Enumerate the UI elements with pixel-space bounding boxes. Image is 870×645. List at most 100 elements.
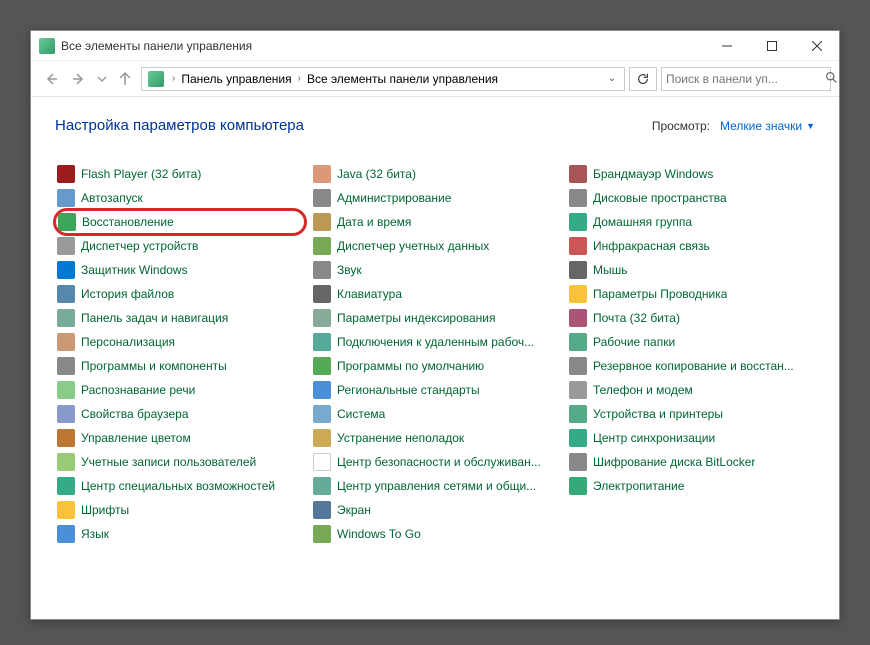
cp-item-label: Восстановление — [82, 215, 174, 229]
cp-item[interactable]: Панель задач и навигация — [55, 306, 303, 330]
home-icon — [569, 213, 587, 231]
cp-item[interactable]: Электропитание — [567, 474, 815, 498]
fw-icon — [569, 165, 587, 183]
address-dropdown[interactable]: ⌄ — [602, 73, 622, 84]
cp-item-label: Диспетчер устройств — [81, 239, 198, 253]
cp-item[interactable]: Центр специальных возможностей — [55, 474, 303, 498]
cp-item-label: Центр безопасности и обслуживан... — [337, 455, 541, 469]
app-icon — [39, 38, 55, 54]
back-button[interactable] — [39, 67, 63, 91]
cp-item[interactable]: Язык — [55, 522, 303, 546]
cp-item[interactable]: Мышь — [567, 258, 815, 282]
cp-item[interactable]: Java (32 бита) — [311, 162, 559, 186]
cp-item[interactable]: Экран — [311, 498, 559, 522]
history-dropdown[interactable] — [95, 67, 109, 91]
cp-item[interactable]: Автозапуск — [55, 186, 303, 210]
cp-item[interactable]: Программы и компоненты — [55, 354, 303, 378]
cp-item[interactable]: Персонализация — [55, 330, 303, 354]
cp-item[interactable]: Центр безопасности и обслуживан... — [311, 450, 559, 474]
cp-item[interactable]: Распознавание речи — [55, 378, 303, 402]
cp-item[interactable]: Windows To Go — [311, 522, 559, 546]
view-control: Просмотр: Мелкие значки ▼ — [652, 119, 815, 133]
index-icon — [313, 309, 331, 327]
items-grid: Flash Player (32 бита) Автозапуск Восстано… — [55, 162, 815, 546]
chevron-down-icon — [97, 74, 107, 84]
taskbar-icon — [57, 309, 75, 327]
cp-item-label: Параметры индексирования — [337, 311, 495, 325]
cp-item[interactable]: Программы по умолчанию — [311, 354, 559, 378]
maximize-button[interactable] — [749, 31, 794, 61]
cp-item[interactable]: Дисковые пространства — [567, 186, 815, 210]
tel-icon — [569, 381, 587, 399]
cp-item[interactable]: Учетные записи пользователей — [55, 450, 303, 474]
refresh-icon — [636, 72, 650, 86]
cp-item[interactable]: Центр управления сетями и общи... — [311, 474, 559, 498]
cp-item[interactable]: Администрирование — [311, 186, 559, 210]
up-button[interactable] — [113, 67, 137, 91]
refresh-button[interactable] — [629, 67, 657, 91]
cp-item[interactable]: Параметры Проводника — [567, 282, 815, 306]
cp-item[interactable]: Шрифты — [55, 498, 303, 522]
cp-item-label: Flash Player (32 бита) — [81, 167, 201, 181]
browser-icon — [57, 405, 75, 423]
history-icon — [57, 285, 75, 303]
cp-item[interactable]: Диспетчер устройств — [55, 234, 303, 258]
cp-item[interactable]: Центр синхронизации — [567, 426, 815, 450]
access-icon — [57, 477, 75, 495]
bitlocker-icon — [569, 453, 587, 471]
trouble-icon — [313, 429, 331, 447]
cp-item-label: Шрифты — [81, 503, 129, 517]
cp-item[interactable]: Устранение неполадок — [311, 426, 559, 450]
cp-item-label: Рабочие папки — [593, 335, 675, 349]
cp-item[interactable]: Региональные стандарты — [311, 378, 559, 402]
cp-item-label: Устранение неполадок — [337, 431, 464, 445]
region-icon — [313, 381, 331, 399]
cp-item-label: Центр управления сетями и общи... — [337, 479, 536, 493]
cp-item[interactable]: Управление цветом — [55, 426, 303, 450]
cp-item[interactable]: Инфракрасная связь — [567, 234, 815, 258]
cp-item[interactable]: Резервное копирование и восстан... — [567, 354, 815, 378]
cp-item[interactable]: Брандмауэр Windows — [567, 162, 815, 186]
cp-item[interactable]: Система — [311, 402, 559, 426]
cp-item[interactable]: Клавиатура — [311, 282, 559, 306]
cp-item[interactable]: Устройства и принтеры — [567, 402, 815, 426]
cp-item[interactable]: Телефон и модем — [567, 378, 815, 402]
cp-item[interactable]: Почта (32 бита) — [567, 306, 815, 330]
cp-item-label: Клавиатура — [337, 287, 402, 301]
search-box[interactable] — [661, 67, 831, 91]
breadcrumb-part-1[interactable]: Панель управления — [179, 72, 293, 86]
cp-item[interactable]: Свойства браузера — [55, 402, 303, 426]
forward-button[interactable] — [67, 67, 91, 91]
arrow-right-icon — [71, 71, 87, 87]
cp-item[interactable]: Параметры индексирования — [311, 306, 559, 330]
cp-item-label: Мышь — [593, 263, 628, 277]
window-title: Все элементы панели управления — [61, 39, 704, 53]
rdp-icon — [313, 333, 331, 351]
address-bar[interactable]: › Панель управления › Все элементы панел… — [141, 67, 625, 91]
minimize-button[interactable] — [704, 31, 749, 61]
cp-item[interactable]: Восстановление — [53, 208, 307, 236]
close-button[interactable] — [794, 31, 839, 61]
cp-item[interactable]: Защитник Windows — [55, 258, 303, 282]
cp-item[interactable]: Рабочие папки — [567, 330, 815, 354]
cp-item-label: Центр синхронизации — [593, 431, 715, 445]
breadcrumb-part-2[interactable]: Все элементы панели управления — [305, 72, 500, 86]
view-selector[interactable]: Мелкие значки ▼ — [720, 119, 815, 133]
location-icon — [148, 71, 164, 87]
maximize-icon — [767, 41, 777, 51]
cp-item-label: Учетные записи пользователей — [81, 455, 256, 469]
cp-item[interactable]: Звук — [311, 258, 559, 282]
cp-item[interactable]: История файлов — [55, 282, 303, 306]
cp-item[interactable]: Домашняя группа — [567, 210, 815, 234]
navbar: › Панель управления › Все элементы панел… — [31, 61, 839, 97]
cp-item-label: Язык — [81, 527, 109, 541]
cp-item[interactable]: Flash Player (32 бита) — [55, 162, 303, 186]
cp-item-label: Почта (32 бита) — [593, 311, 680, 325]
cp-item[interactable]: Подключения к удаленным рабоч... — [311, 330, 559, 354]
cp-item[interactable]: Дата и время — [311, 210, 559, 234]
search-input[interactable] — [666, 72, 821, 86]
cp-item[interactable]: Диспетчер учетных данных — [311, 234, 559, 258]
cp-item[interactable]: Шифрование диска BitLocker — [567, 450, 815, 474]
cp-item-label: Телефон и модем — [593, 383, 693, 397]
user-icon — [57, 453, 75, 471]
